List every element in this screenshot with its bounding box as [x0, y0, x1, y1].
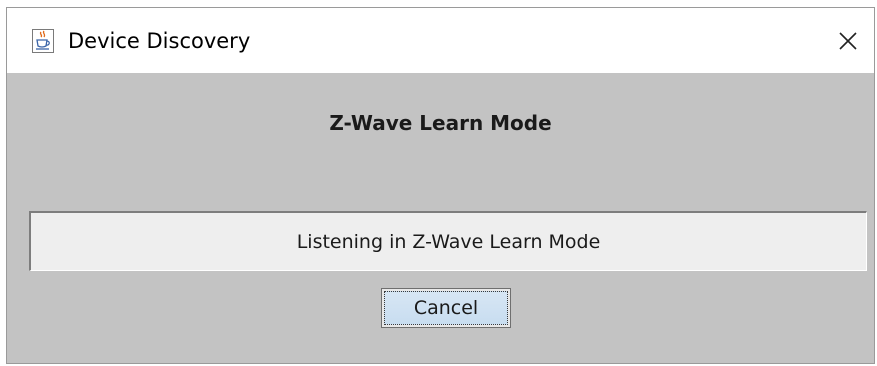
close-button[interactable] [822, 8, 874, 73]
cancel-button[interactable]: Cancel [381, 288, 511, 328]
status-message: Listening in Z-Wave Learn Mode [296, 230, 601, 253]
device-discovery-dialog: Device Discovery Z-Wave Learn Mode Liste… [6, 7, 875, 364]
java-coffee-cup-icon [32, 29, 54, 53]
close-icon [839, 31, 857, 50]
dialog-content: Z-Wave Learn Mode Listening in Z-Wave Le… [7, 73, 874, 363]
dialog-heading: Z-Wave Learn Mode [329, 111, 552, 135]
title-bar[interactable]: Device Discovery [7, 8, 874, 73]
window-title: Device Discovery [68, 29, 251, 53]
status-panel: Listening in Z-Wave Learn Mode [29, 211, 867, 271]
cancel-button-label: Cancel [384, 291, 508, 325]
